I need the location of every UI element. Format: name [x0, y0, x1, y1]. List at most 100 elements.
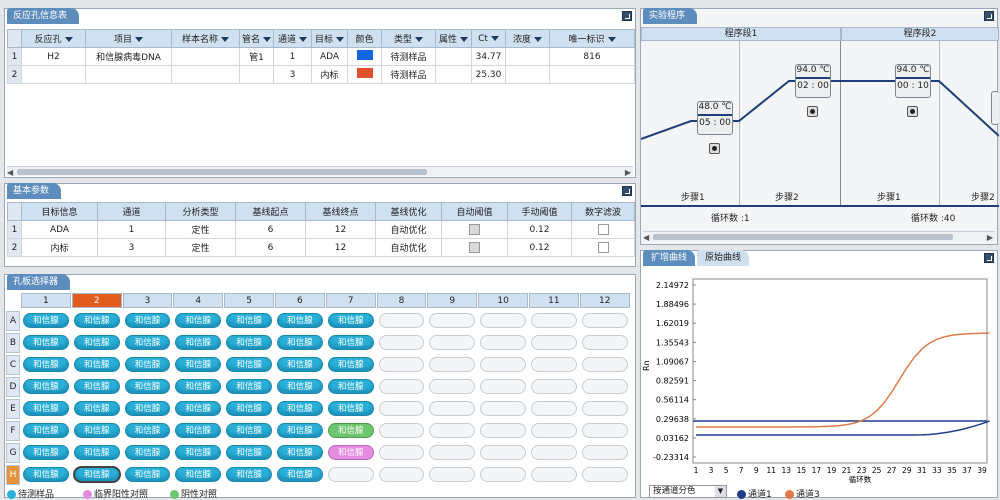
reaction-cell-color[interactable]	[347, 65, 382, 84]
plate-well[interactable]: 和信腺	[124, 357, 171, 372]
filter-icon[interactable]	[607, 37, 616, 42]
reaction-cell-sample[interactable]	[171, 65, 240, 84]
params-cell-threshold[interactable]: 0.12	[507, 220, 572, 239]
plate-well[interactable]	[378, 467, 425, 482]
plate-col-header[interactable]: 12	[579, 293, 630, 308]
reaction-cell-ct[interactable]: 25.30	[471, 65, 506, 84]
plate-well[interactable]	[480, 467, 526, 482]
plate-well[interactable]	[480, 423, 526, 438]
plate-well[interactable]: 和信腺	[23, 379, 69, 394]
step-2-time[interactable]: 02 : 00	[796, 81, 830, 91]
row-number[interactable]: 2	[7, 65, 22, 84]
plate-col-header[interactable]: 11	[529, 293, 579, 308]
reaction-cell-attr[interactable]	[435, 47, 472, 66]
plate-col-header[interactable]: 9	[427, 293, 478, 308]
plate-well[interactable]: 和信腺	[327, 379, 374, 394]
plate-well[interactable]	[531, 379, 577, 394]
plate-well[interactable]: 和信腺	[226, 313, 272, 328]
horizontal-scrollbar[interactable]: ◀ ▶	[7, 166, 633, 177]
filter-icon[interactable]	[64, 37, 73, 42]
filter-icon[interactable]	[336, 37, 344, 42]
reaction-header-cell[interactable]: 管名	[239, 29, 274, 48]
plate-row-header[interactable]: A	[6, 311, 20, 331]
plate-well[interactable]	[531, 401, 577, 416]
plate-well[interactable]	[378, 445, 425, 460]
plate-well[interactable]: 和信腺	[175, 445, 222, 460]
plate-well[interactable]: 和信腺	[73, 379, 120, 394]
params-cell-type[interactable]: 定性	[165, 220, 236, 239]
plate-well[interactable]	[581, 357, 628, 372]
params-cell-auto[interactable]	[441, 238, 508, 257]
reaction-cell-uid[interactable]	[549, 65, 635, 84]
plate-row-header[interactable]: C	[6, 355, 20, 375]
plate-well[interactable]: 和信腺	[124, 445, 171, 460]
filter-icon[interactable]	[263, 37, 271, 42]
camera-off-icon[interactable]	[709, 143, 720, 154]
plate-well[interactable]: 和信腺	[23, 423, 69, 438]
plate-well[interactable]: 和信腺	[23, 467, 69, 482]
filter-icon[interactable]	[490, 35, 499, 41]
step-3-box[interactable]: 94.0 ℃ 00 : 10	[895, 64, 931, 98]
reaction-cell-target[interactable]: 内标	[311, 65, 348, 84]
plate-row-header[interactable]: D	[6, 377, 20, 397]
params-cell-target[interactable]: 内标	[21, 238, 98, 257]
filter-icon[interactable]	[221, 37, 229, 42]
plate-well[interactable]: 和信腺	[124, 467, 171, 482]
pin-icon[interactable]	[984, 11, 994, 21]
plate-well[interactable]: 和信腺	[73, 313, 120, 328]
plate-col-header[interactable]: 6	[275, 293, 325, 308]
tab-raw[interactable]: 原始曲线	[697, 250, 750, 266]
plate-well[interactable]	[531, 445, 577, 460]
plate-well[interactable]: 和信腺	[73, 445, 120, 460]
program-scroll-thumb[interactable]	[653, 234, 953, 240]
plate-well[interactable]: 和信腺	[277, 467, 323, 482]
plate-well[interactable]: 和信腺	[327, 313, 374, 328]
digital-filter-checkbox[interactable]	[597, 224, 609, 235]
plate-well[interactable]: 和信腺	[327, 423, 374, 438]
reaction-info-tab[interactable]: 反应孔信息表	[7, 8, 80, 24]
reaction-cell-project[interactable]	[85, 65, 172, 84]
reaction-cell-ct[interactable]: 34.77	[471, 47, 506, 66]
plate-well[interactable]	[378, 335, 425, 350]
params-cell-filter[interactable]	[571, 220, 635, 239]
plate-well[interactable]: 和信腺	[175, 313, 222, 328]
legend-channel-3[interactable]: 通道3	[785, 487, 820, 500]
plate-well[interactable]: 和信腺	[124, 379, 171, 394]
plate-well[interactable]: 和信腺	[327, 335, 374, 350]
plate-well[interactable]: 和信腺	[226, 423, 272, 438]
plate-well[interactable]	[429, 335, 476, 350]
plate-well[interactable]	[429, 401, 476, 416]
reaction-header-cell[interactable]: 颜色	[347, 29, 382, 48]
plate-col-header[interactable]: 8	[376, 293, 427, 308]
plate-well[interactable]: 和信腺	[226, 379, 272, 394]
params-cell-target[interactable]: ADA	[21, 220, 98, 239]
reaction-cell-well[interactable]: H2	[21, 47, 86, 66]
plate-well[interactable]	[581, 401, 628, 416]
row-number[interactable]: 1	[7, 47, 22, 66]
reaction-header-cell[interactable]: 项目	[85, 29, 172, 48]
plate-well[interactable]: 和信腺	[327, 445, 374, 460]
filter-icon[interactable]	[415, 37, 423, 42]
plate-well[interactable]: 和信腺	[175, 467, 222, 482]
plate-well[interactable]: 和信腺	[73, 335, 120, 350]
plate-well[interactable]: 和信腺	[277, 401, 323, 416]
reaction-header-cell[interactable]: 浓度	[505, 29, 550, 48]
params-cell-filter[interactable]	[571, 238, 635, 257]
plate-well[interactable]: 和信腺	[72, 466, 121, 483]
plate-well[interactable]	[378, 401, 425, 416]
params-cell-end[interactable]: 12	[305, 220, 376, 239]
plate-well[interactable]: 和信腺	[277, 379, 323, 394]
reaction-header-cell[interactable]: 唯一标识	[549, 29, 635, 48]
plate-well[interactable]: 和信腺	[277, 357, 323, 372]
reaction-header-cell[interactable]: 目标	[311, 29, 348, 48]
reaction-cell-uid[interactable]: 816	[549, 47, 635, 66]
step-2-box[interactable]: 94.0 ℃ 02 : 00	[795, 64, 831, 98]
reaction-cell-type[interactable]: 待测样品	[381, 47, 436, 66]
reaction-header-cell[interactable]: 类型	[381, 29, 436, 48]
plate-well[interactable]: 和信腺	[327, 401, 374, 416]
row-number[interactable]: 2	[7, 238, 22, 257]
pin-icon[interactable]	[622, 11, 632, 21]
plate-well[interactable]: 和信腺	[124, 401, 171, 416]
color-mode-select[interactable]: 按通道分色 ▼	[649, 485, 727, 498]
camera-on-icon[interactable]	[907, 106, 918, 117]
